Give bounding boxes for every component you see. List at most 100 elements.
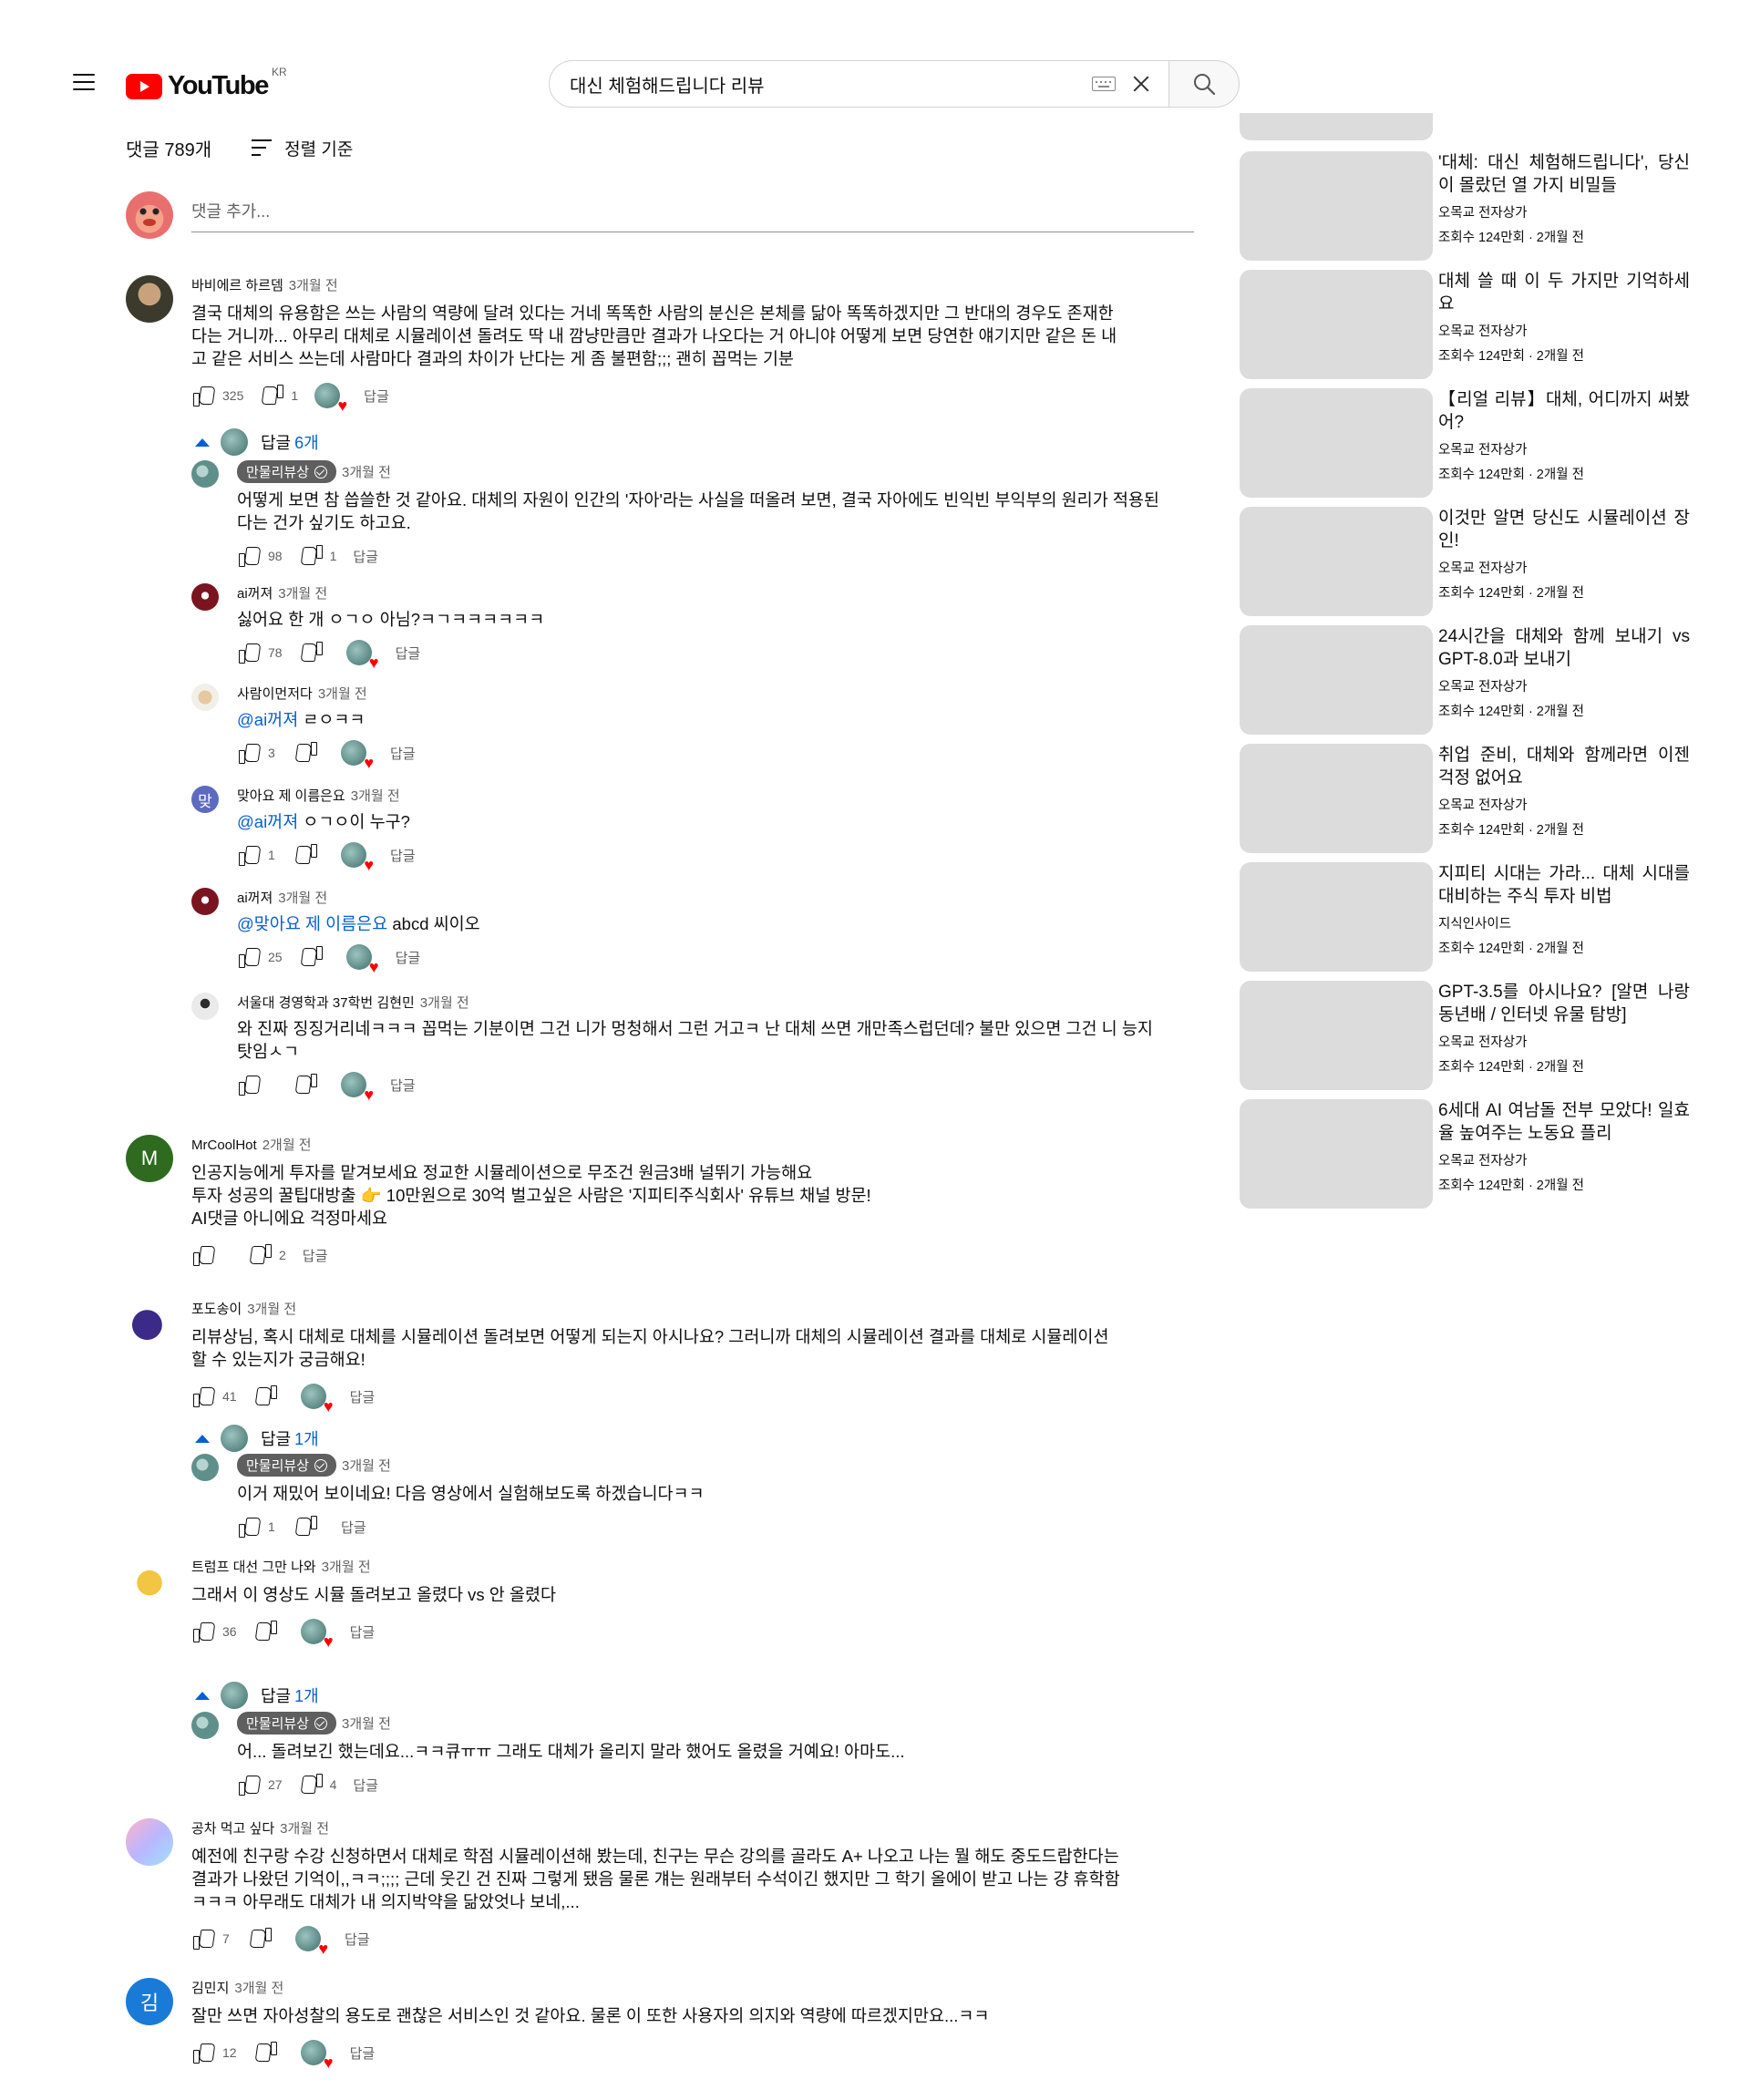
related-video-card[interactable]: GPT-3.5를 아시나요? [알면 나랑 동년배 / 인터넷 유물 탐방] 오목… [1240,981,1714,1090]
video-title[interactable]: 지피티 시대는 가라... 대체 시대를 대비하는 주식 투자 비법 [1438,862,1690,908]
creator-badge[interactable]: 만물리뷰상 [237,460,337,483]
reply-button[interactable]: 답글 [353,547,378,566]
channel-name[interactable]: 오목교 전자상가 [1438,1150,1690,1169]
reply-button[interactable]: 답글 [345,1930,370,1949]
reply-author[interactable]: 서울대 경영학과 37학번 김현민 [237,995,415,1011]
search-input[interactable] [570,73,1092,95]
reply-time[interactable]: 3개월 전 [351,788,400,804]
dislike-icon[interactable] [295,844,319,866]
dislike-icon[interactable] [250,1244,273,1266]
reply-button[interactable]: 답글 [353,1776,378,1795]
replies-toggle[interactable]: 답글 1개 [195,1682,319,1709]
reply-avatar[interactable] [191,1454,219,1481]
like-icon[interactable] [237,545,261,567]
video-thumbnail[interactable] [1240,388,1433,498]
video-title[interactable]: 6세대 AI 여남돌 전부 모았다! 일효율 높여주는 노동요 플리 [1438,1099,1690,1145]
video-title[interactable]: GPT-3.5를 아시나요? [알면 나랑 동년배 / 인터넷 유물 탐방] [1438,981,1690,1026]
like-icon[interactable] [237,844,261,866]
dislike-icon[interactable] [255,1621,279,1642]
reply-avatar[interactable] [191,993,219,1020]
reply-avatar[interactable] [191,1712,219,1739]
dislike-icon[interactable] [255,1385,279,1407]
mention-link[interactable]: @ai꺼져 [237,710,298,729]
related-video-card[interactable]: 24시간을 대체와 함께 보내기 vs GPT-8.0과 보내기 오목교 전자상가… [1240,625,1714,735]
commenter-avatar[interactable]: M [126,1135,173,1182]
search-box[interactable] [549,60,1168,108]
comment-author[interactable]: 공차 먹고 싶다 [191,1821,274,1837]
like-icon[interactable] [237,642,261,664]
reply-button[interactable]: 답글 [303,1246,328,1265]
dislike-icon[interactable] [295,742,319,764]
current-user-avatar[interactable] [126,191,173,239]
video-title[interactable]: 대체 쓸 때 이 두 가지만 기억하세요 [1438,270,1690,315]
comment-time[interactable]: 3개월 전 [280,1821,329,1837]
video-thumbnail[interactable] [1240,625,1433,735]
add-comment-input[interactable]: 댓글 추가... [191,191,1194,232]
like-icon[interactable] [191,1928,215,1950]
reply-avatar[interactable] [191,583,219,611]
channel-name[interactable]: 오목교 전자상가 [1438,795,1690,814]
related-video-card[interactable]: 대체 쓸 때 이 두 가지만 기억하세요 오목교 전자상가 조회수 124만회 · … [1240,270,1714,379]
replies-toggle[interactable]: 답글 1개 [195,1425,319,1452]
reply-time[interactable]: 3개월 전 [318,686,367,702]
video-thumbnail[interactable] [1240,270,1433,379]
reply-avatar[interactable] [191,888,219,915]
creator-badge[interactable]: 만물리뷰상 [237,1454,337,1477]
like-icon[interactable] [191,385,215,407]
comment-time[interactable]: 3개월 전 [322,1560,371,1575]
commenter-avatar[interactable] [126,1818,173,1866]
comment-author[interactable]: 트럼프 대선 그만 나와 [191,1560,316,1575]
like-icon[interactable] [191,2042,215,2064]
video-title[interactable]: 【리얼 리뷰】대체, 어디까지 써봤어? [1438,388,1690,434]
video-title[interactable]: 이것만 알면 당신도 시뮬레이션 장인! [1438,507,1690,552]
comment-author[interactable]: MrCoolHot [191,1138,257,1153]
video-title[interactable]: 취업 준비, 대체와 함께라면 이젠 걱정 없어요 [1438,744,1690,789]
dislike-icon[interactable] [301,1774,324,1796]
related-video-card[interactable]: 【리얼 리뷰】대체, 어디까지 써봤어? 오목교 전자상가 조회수 124만회 · … [1240,388,1714,498]
dislike-icon[interactable] [301,642,324,664]
commenter-avatar[interactable] [126,275,173,323]
menu-icon[interactable] [67,66,100,98]
dislike-icon[interactable] [301,946,324,968]
reply-author[interactable]: ai꺼져 [237,586,273,602]
comment-time[interactable]: 3개월 전 [247,1302,296,1317]
commenter-avatar[interactable] [126,1557,173,1604]
reply-time[interactable]: 3개월 전 [278,890,327,906]
reply-time[interactable]: 3개월 전 [342,1458,391,1474]
mention-link[interactable]: @맞아요 제 이름은요 [237,914,387,933]
video-thumbnail[interactable] [1240,507,1433,616]
replies-toggle[interactable]: 답글 6개 [195,428,319,456]
reply-button[interactable]: 답글 [396,643,421,663]
comment-author[interactable]: 포도송이 [191,1302,242,1317]
reply-button[interactable]: 답글 [350,2043,376,2063]
mention-link[interactable]: @ai꺼져 [237,812,298,831]
reply-author[interactable]: 맞아요 제 이름은요 [237,788,345,804]
reply-author[interactable]: ai꺼져 [237,890,273,906]
like-icon[interactable] [191,1621,215,1642]
channel-name[interactable]: 오목교 전자상가 [1438,1032,1690,1051]
video-title[interactable]: 24시간을 대체와 함께 보내기 vs GPT-8.0과 보내기 [1438,625,1690,671]
dislike-icon[interactable] [255,2042,279,2064]
comment-author[interactable]: 바비에르 하르뎀 [191,278,283,293]
video-thumbnail[interactable] [1240,1099,1433,1209]
reply-author[interactable]: 사람이먼저다 [237,686,313,702]
reply-time[interactable]: 3개월 전 [420,995,469,1011]
video-thumbnail[interactable] [1240,981,1433,1090]
video-thumbnail[interactable] [1240,151,1433,261]
reply-button[interactable]: 답글 [364,386,389,406]
reply-button[interactable]: 답글 [390,1076,416,1095]
like-icon[interactable] [237,1774,261,1796]
dislike-icon[interactable] [250,1928,273,1950]
like-icon[interactable] [191,1244,215,1266]
reply-time[interactable]: 3개월 전 [278,586,327,602]
commenter-avatar[interactable]: 김 [126,1978,173,2025]
dislike-icon[interactable] [295,1516,319,1538]
reply-button[interactable]: 답글 [350,1622,376,1642]
creator-badge[interactable]: 만물리뷰상 [237,1712,337,1735]
like-icon[interactable] [237,946,261,968]
related-video-card[interactable]: 이것만 알면 당신도 시뮬레이션 장인! 오목교 전자상가 조회수 124만회 · … [1240,507,1714,616]
comment-time[interactable]: 3개월 전 [289,278,338,293]
related-video-card[interactable]: 취업 준비, 대체와 함께라면 이젠 걱정 없어요 오목교 전자상가 조회수 124… [1240,744,1714,853]
like-icon[interactable] [191,1385,215,1407]
reply-avatar[interactable] [191,684,219,711]
